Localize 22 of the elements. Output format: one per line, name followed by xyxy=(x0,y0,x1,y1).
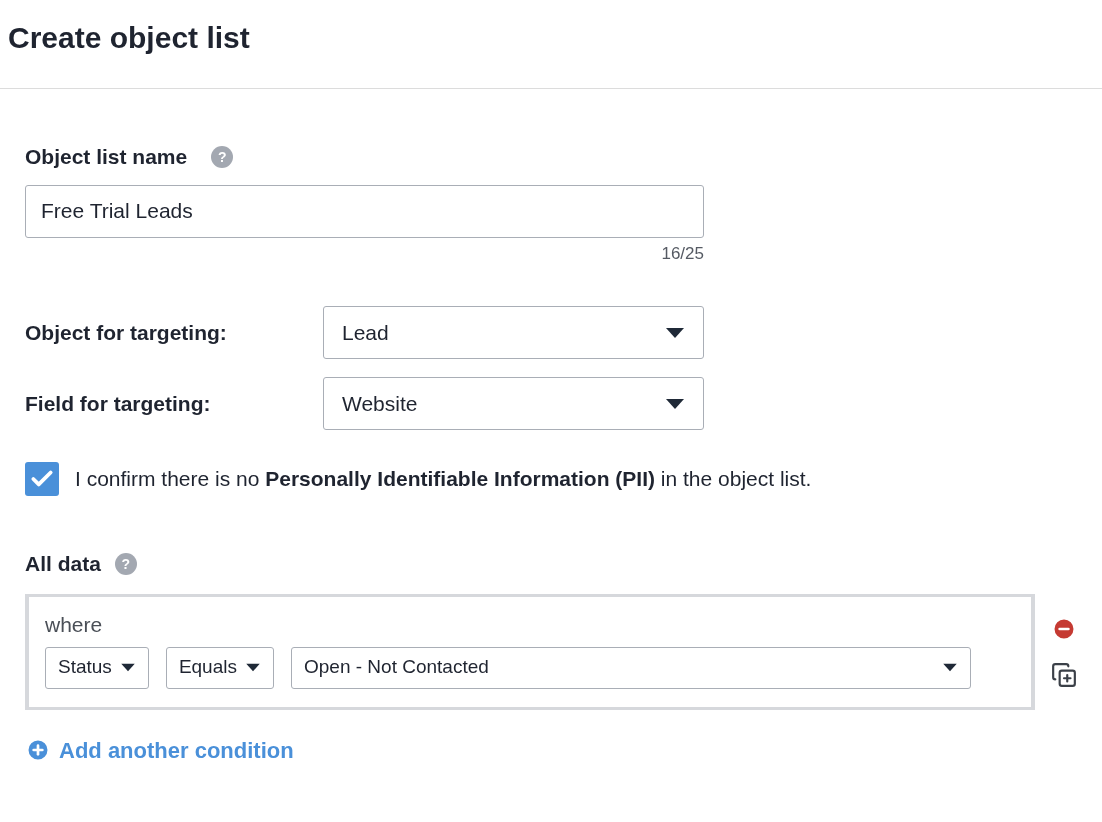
character-counter: 16/25 xyxy=(661,242,704,265)
caret-icon xyxy=(665,397,685,410)
dropdown[interactable]: Equals xyxy=(165,646,274,689)
dropdown[interactable]: Lead xyxy=(323,306,704,359)
caret-icon xyxy=(942,663,958,672)
dropdown[interactable]: Website xyxy=(323,377,704,430)
page-title: Create object list xyxy=(8,20,251,56)
dropdown[interactable]: Status xyxy=(45,646,149,689)
where-text: where xyxy=(45,611,104,638)
field-label: Field for targeting: xyxy=(25,390,212,417)
duplicate-icon[interactable] xyxy=(1051,661,1077,688)
caret-icon xyxy=(245,663,261,672)
section-label: All data xyxy=(25,551,101,577)
confirmation-text: I confirm there is no Personally Identifiable Information (PII) in the object list. xyxy=(75,466,812,493)
field-label: Object list name xyxy=(25,144,188,170)
caret-icon xyxy=(665,326,685,339)
field-label: Object for targeting: xyxy=(25,319,228,346)
add-icon xyxy=(25,737,51,763)
dropdown[interactable]: Open - Not Contacted xyxy=(291,646,971,689)
input-field[interactable]: Free Trial Leads xyxy=(25,184,704,238)
checkbox[interactable] xyxy=(25,462,59,496)
caret-icon xyxy=(119,663,136,672)
